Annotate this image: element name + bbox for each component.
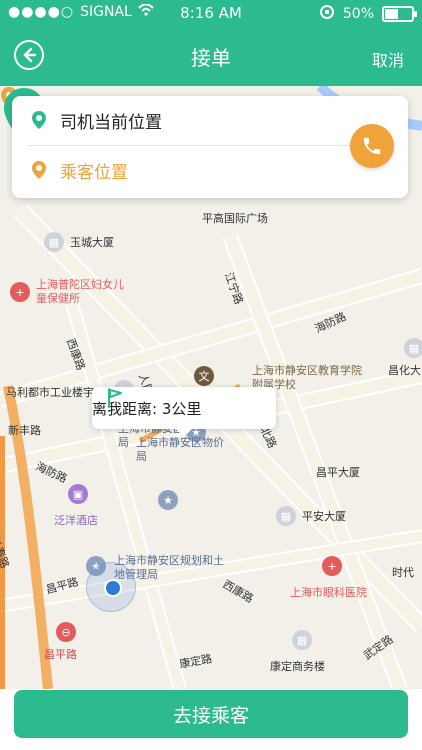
map-poi: ★ — [158, 490, 178, 510]
battery-icon — [382, 6, 417, 22]
map-poi: 文 — [194, 366, 214, 386]
battery-text: 50% — [342, 6, 374, 22]
map-poi: ▦ — [292, 630, 312, 650]
building-icon: ▦ — [44, 232, 64, 252]
map-label: 泛洋酒店 — [54, 514, 98, 527]
map-label: 马利都市工业楼宇 — [6, 386, 94, 399]
building-icon: ▦ — [292, 630, 312, 650]
map-poi: ▦ — [404, 338, 422, 358]
route-panel: 司机当前位置 乘客位置 — [12, 96, 408, 198]
cancel-button[interactable]: 取消 — [372, 47, 404, 71]
driver-location-dot — [104, 579, 122, 597]
building-icon: ▦ — [404, 338, 422, 358]
map-label: 昌平路 — [44, 648, 77, 661]
hotel-icon: ▣ — [68, 484, 88, 504]
passenger-location-pin-icon — [32, 161, 46, 179]
driver-location-label: 司机当前位置 — [60, 112, 162, 133]
map-label: 平高国际广场 — [202, 212, 268, 225]
star-icon: ★ — [158, 490, 178, 510]
map-label: 上海普陀区妇女儿童保健所 — [36, 278, 124, 305]
flag-icon — [108, 388, 122, 408]
map-poi: + 上海普陀区妇女儿童保健所 — [10, 278, 126, 306]
hospital-icon: + — [322, 556, 342, 576]
map-poi: ▣ — [68, 484, 88, 504]
building-icon: ▦ — [276, 506, 296, 526]
map-label: 昌化大 — [388, 364, 421, 377]
driver-location-row[interactable]: 司机当前位置 — [12, 96, 408, 144]
map-poi: + — [322, 556, 342, 576]
map-label: 平安大厦 — [302, 510, 346, 523]
road-label: 新丰路 — [8, 424, 41, 437]
call-passenger-button[interactable] — [350, 124, 394, 168]
status-bar: ●●●●○ SIGNAL 8:16 AM 50% — [0, 0, 422, 26]
driver-location-pin-icon — [32, 111, 46, 129]
map-label: 上海市静安区物价局 — [136, 436, 224, 463]
map-label: 康定商务楼 — [270, 660, 325, 673]
passenger-location-label: 乘客位置 — [60, 162, 128, 183]
passenger-location-row[interactable]: 乘客位置 — [12, 146, 408, 194]
bottom-bar: 去接乘客 — [0, 689, 422, 750]
map-poi: ▦ 玉城大厦 — [44, 232, 114, 252]
map-poi: ▦ 平安大厦 — [276, 506, 346, 526]
page-title: 接单 — [191, 46, 231, 70]
status-right: 50% — [319, 4, 417, 24]
map-poi: ⊖ — [56, 622, 76, 642]
map-label: 昌平大厦 — [316, 466, 360, 479]
map-label: 时代 — [392, 566, 414, 579]
map-label: 上海市眼科医院 — [290, 586, 367, 599]
top-bar: ●●●●○ SIGNAL 8:16 AM 50% 接单 取消 — [0, 0, 422, 86]
map-label: 玉城大厦 — [70, 236, 114, 249]
go-pick-up-button[interactable]: 去接乘客 — [14, 690, 408, 738]
phone-icon — [363, 137, 381, 155]
hospital-icon: + — [10, 282, 30, 302]
metro-icon: ⊖ — [56, 622, 76, 642]
school-icon: 文 — [194, 366, 214, 386]
orientation-lock-icon — [319, 4, 335, 24]
distance-bubble: 离我距离: 3公里 — [92, 387, 276, 437]
